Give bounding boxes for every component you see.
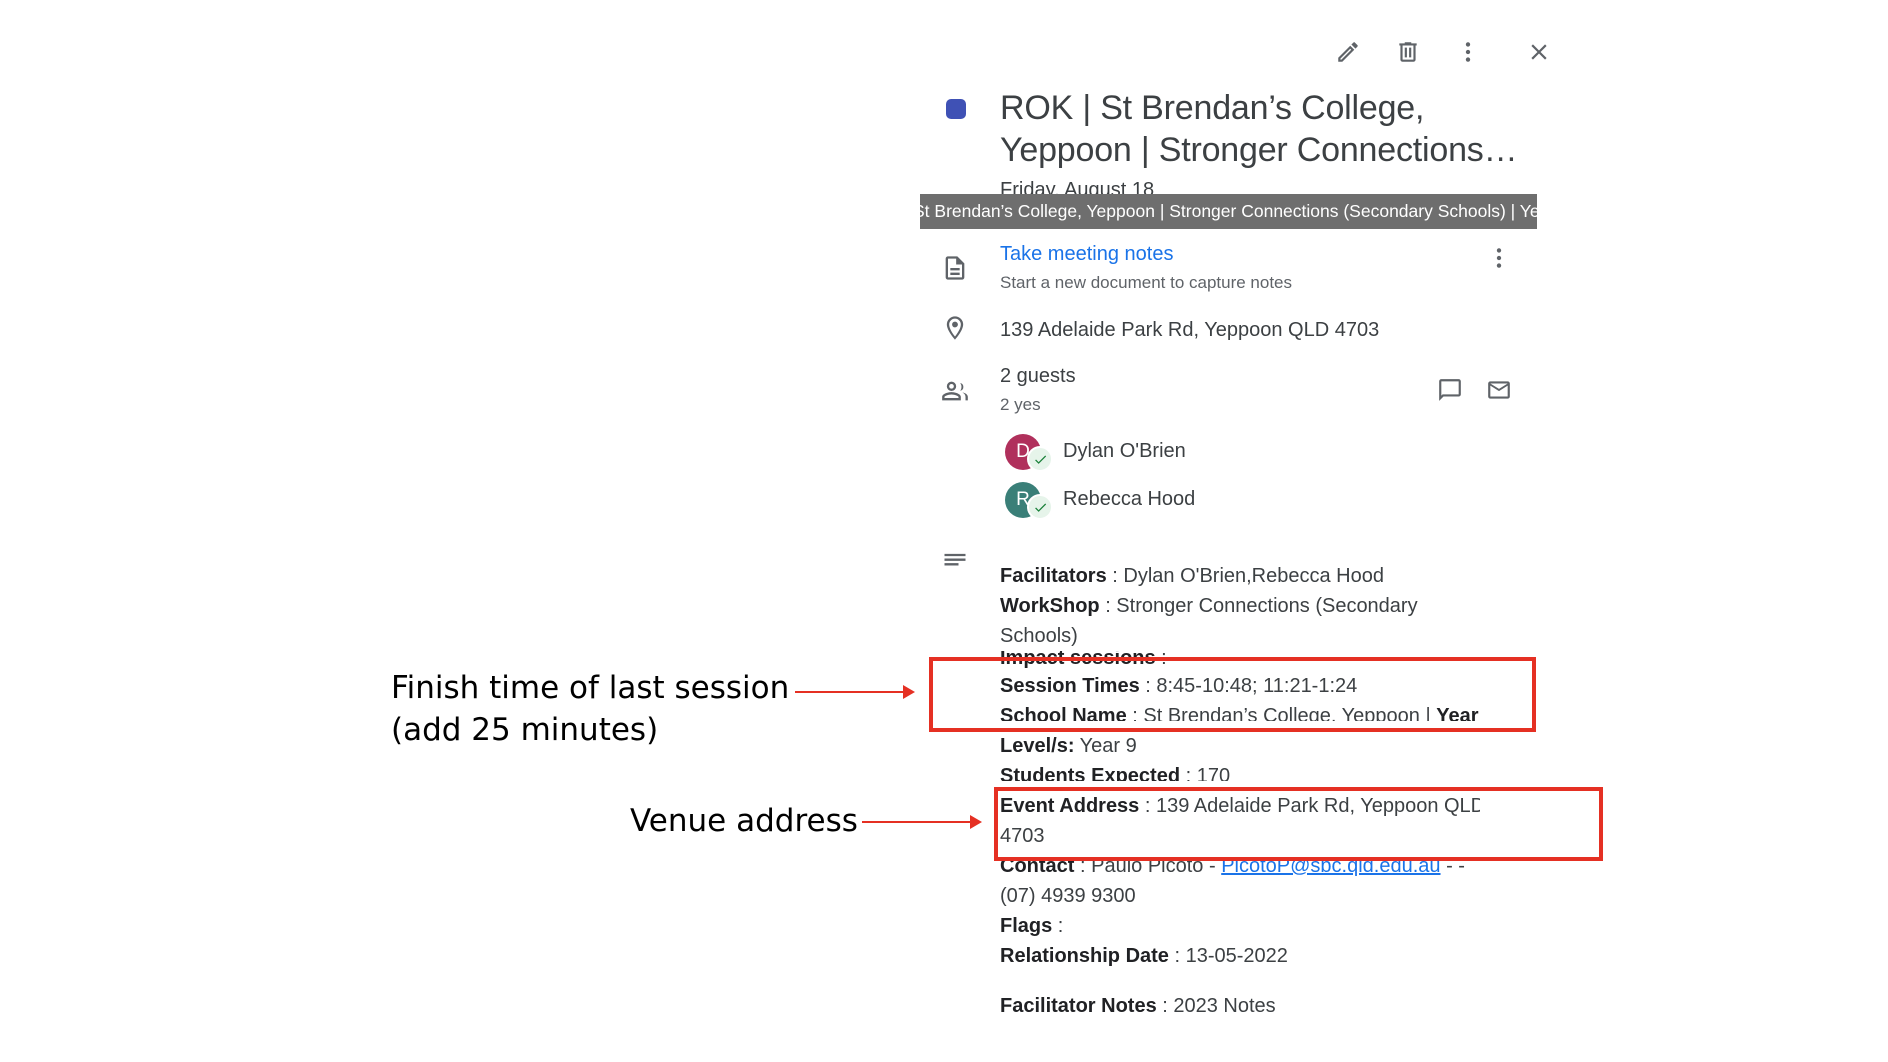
guest-name: Dylan O'Brien: [1063, 440, 1186, 462]
check-icon: [1034, 454, 1046, 464]
close-icon: [1531, 44, 1547, 60]
annotation-venue-address: Venue address: [630, 803, 858, 839]
edit-icon: [1338, 42, 1358, 62]
email-guests-button[interactable]: [1483, 374, 1515, 406]
more-options-button[interactable]: [1452, 36, 1484, 68]
accepted-badge: [1027, 446, 1053, 472]
edit-button[interactable]: [1332, 36, 1364, 68]
annotation-arrow-finish: [795, 685, 915, 699]
more-vert-icon: [1496, 248, 1502, 268]
event-color-chip: [946, 99, 966, 119]
check-icon: [1034, 502, 1046, 512]
close-button[interactable]: [1523, 36, 1555, 68]
notes-more-button[interactable]: [1483, 242, 1515, 274]
annotation-box-session-times: [929, 657, 1536, 732]
guest-name: Rebecca Hood: [1063, 488, 1196, 510]
take-meeting-notes-subtitle: Start a new document to capture notes: [1000, 273, 1293, 292]
event-location[interactable]: 139 Adelaide Park Rd, Yeppoon QLD 4703: [1000, 319, 1379, 342]
guest-count: 2 guests: [1000, 365, 1076, 387]
title-tooltip: St Brendan’s College, Yeppoon | Stronger…: [920, 194, 1537, 229]
take-meeting-notes-link[interactable]: Take meeting notes: [1000, 243, 1173, 266]
accepted-badge: [1027, 494, 1053, 520]
description-icon: [940, 547, 970, 577]
annotation-box-event-address: [994, 787, 1603, 861]
delete-button[interactable]: [1392, 36, 1424, 68]
guest-summary: 2 yes: [1000, 395, 1041, 414]
delete-icon: [1399, 42, 1417, 62]
chat-guests-button[interactable]: [1434, 374, 1466, 406]
event-title: ROK | St Brendan’s College, Yeppoon | St…: [1000, 89, 1518, 169]
people-icon: [940, 376, 970, 406]
location-pin-icon: [940, 313, 970, 343]
event-date: Friday, August 18: [1000, 179, 1155, 194]
email-icon: [1488, 381, 1510, 399]
annotation-arrow-venue: [862, 815, 982, 829]
annotation-finish-time: Finish time of last session (add 25 minu…: [391, 670, 790, 748]
more-vert-icon: [1465, 42, 1471, 62]
chat-icon: [1439, 379, 1461, 401]
notes-document-icon: [940, 253, 970, 283]
